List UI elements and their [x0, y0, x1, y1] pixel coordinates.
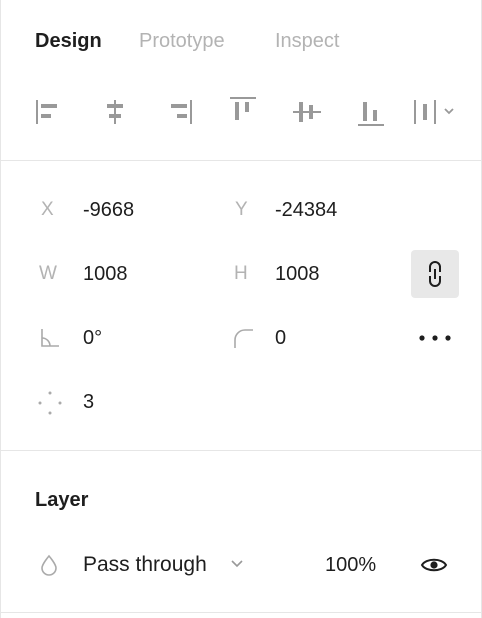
- align-left-icon: [36, 100, 57, 124]
- divider: [1, 612, 482, 613]
- divider: [1, 450, 482, 451]
- blend-mode-icon: [39, 554, 59, 581]
- rotation-icon: [39, 327, 61, 354]
- corner-radius-icon: [233, 328, 255, 355]
- polygon-points-icon: [37, 390, 63, 421]
- opacity-input[interactable]: 100%: [325, 552, 376, 578]
- rotation-input[interactable]: 0°: [83, 326, 102, 350]
- tab-prototype[interactable]: Prototype: [139, 26, 225, 56]
- more-icon: [419, 335, 451, 341]
- tab-design[interactable]: Design: [35, 26, 102, 56]
- chevron-down-icon[interactable]: [229, 557, 245, 576]
- y-input[interactable]: -24384: [275, 198, 337, 222]
- h-label: H: [234, 263, 248, 284]
- corner-radius-input[interactable]: 0: [275, 326, 286, 350]
- tab-inspect[interactable]: Inspect: [275, 26, 339, 56]
- align-left-button[interactable]: [33, 94, 69, 130]
- constrain-proportions-button[interactable]: [411, 250, 459, 298]
- align-vertical-center-button[interactable]: [289, 94, 325, 130]
- align-vertical-center-icon: [293, 102, 321, 122]
- height-input[interactable]: 1008: [275, 262, 320, 286]
- visibility-toggle[interactable]: [419, 552, 449, 578]
- points-input[interactable]: 3: [83, 390, 94, 414]
- align-right-button[interactable]: [161, 94, 197, 130]
- w-label: W: [39, 263, 57, 284]
- divider: [1, 160, 482, 161]
- eye-icon: [420, 558, 448, 572]
- align-horizontal-center-icon: [107, 100, 123, 124]
- y-label: Y: [235, 199, 248, 220]
- align-bottom-icon: [358, 102, 384, 126]
- distribute-icon: [414, 100, 454, 124]
- align-right-icon: [171, 100, 192, 124]
- align-horizontal-center-button[interactable]: [97, 94, 133, 130]
- design-panel: Design Prototype Inspect X -9668 Y -2438…: [0, 0, 482, 618]
- x-input[interactable]: -9668: [83, 198, 134, 222]
- align-top-button[interactable]: [225, 94, 261, 130]
- align-bottom-button[interactable]: [353, 94, 389, 130]
- align-top-icon: [230, 97, 256, 120]
- link-icon: [429, 261, 441, 287]
- distribute-button[interactable]: [411, 94, 461, 130]
- width-input[interactable]: 1008: [83, 262, 128, 286]
- x-label: X: [41, 199, 54, 220]
- align-toolbar: [1, 94, 482, 130]
- layer-section-title: Layer: [35, 489, 89, 511]
- blend-mode-select[interactable]: Pass through: [83, 552, 207, 578]
- more-options-button[interactable]: [415, 326, 455, 350]
